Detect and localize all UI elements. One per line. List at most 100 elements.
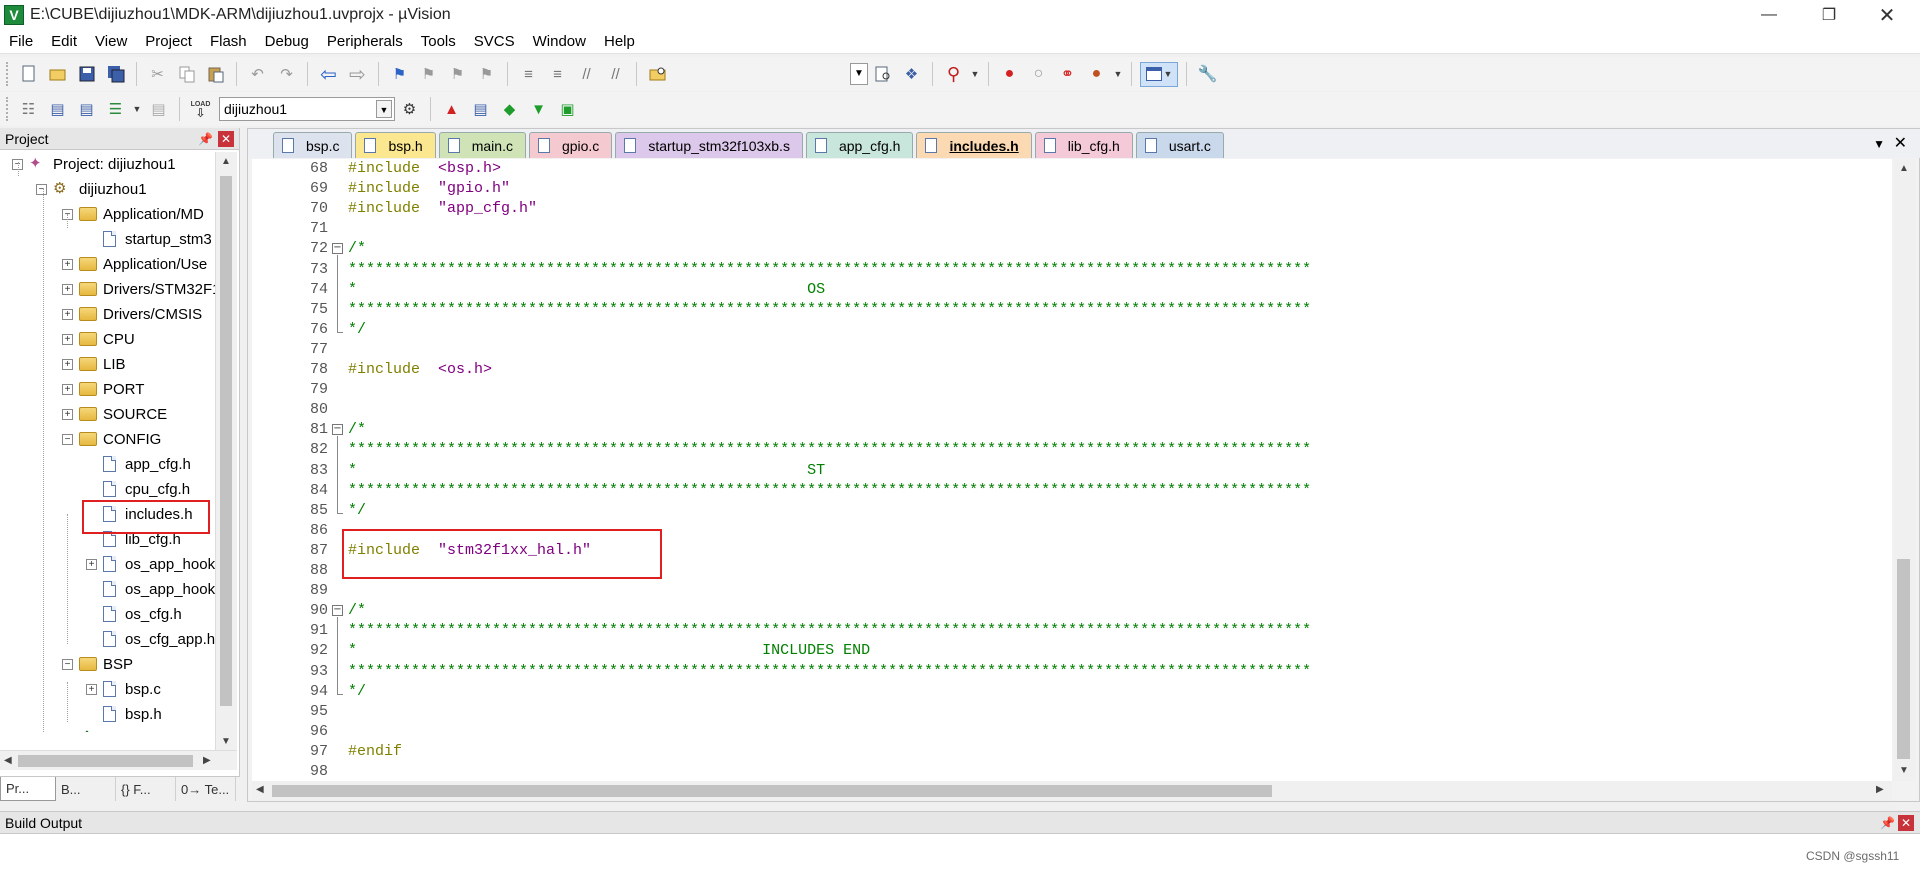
- tree-item[interactable]: + LIB: [62, 352, 126, 376]
- tree-item[interactable]: + os_app_hook: [86, 552, 215, 576]
- copy-icon[interactable]: [174, 62, 199, 87]
- navigate-forward-icon[interactable]: ⇨: [345, 62, 370, 87]
- debug-session-icon[interactable]: ⚲: [941, 62, 966, 87]
- bookmark-icon[interactable]: ⚑: [387, 62, 412, 87]
- batch-build-icon[interactable]: ☰: [103, 97, 128, 122]
- editor-tab-bsp-c[interactable]: bsp.c: [273, 132, 353, 158]
- fold-collapse-icon[interactable]: −: [332, 243, 343, 255]
- stop-build-icon[interactable]: ▤: [146, 97, 171, 122]
- fold-collapse-icon[interactable]: −: [332, 424, 343, 436]
- expand-icon[interactable]: +: [62, 383, 73, 395]
- enable-breakpoint-icon[interactable]: ○: [1026, 62, 1051, 87]
- clear-bookmarks-icon[interactable]: ⚑: [474, 62, 499, 87]
- tree-item[interactable]: + Drivers/CMSIS: [62, 302, 202, 326]
- collapse-icon[interactable]: −: [62, 433, 73, 445]
- collapse-icon[interactable]: −: [62, 658, 73, 670]
- menu-help[interactable]: Help: [595, 30, 644, 54]
- tree-item[interactable]: + bsp.c: [86, 677, 161, 701]
- menu-file[interactable]: File: [0, 30, 42, 54]
- templates-tab[interactable]: 0→ Te...: [176, 777, 236, 801]
- expand-icon[interactable]: +: [62, 283, 73, 295]
- editor-tab-main-c[interactable]: main.c: [438, 132, 526, 158]
- menu-project[interactable]: Project: [136, 30, 201, 54]
- editor-tab-includes-h[interactable]: includes.h: [916, 132, 1032, 158]
- rebuild-icon[interactable]: ▤: [74, 97, 99, 122]
- tree-item[interactable]: − BSP: [62, 652, 133, 676]
- incremental-find-icon[interactable]: ❖: [899, 62, 924, 87]
- kill-breakpoints-icon[interactable]: ●: [1084, 62, 1109, 87]
- editor-tab-startup-stm32f103xb-s[interactable]: startup_stm32f103xb.s: [615, 132, 803, 158]
- close-tab-icon[interactable]: ✕: [1894, 133, 1907, 153]
- project-tree-vertical-scrollbar[interactable]: ▲ ▼: [215, 152, 237, 752]
- manage-components-icon[interactable]: ▲: [439, 97, 464, 122]
- project-tree-horizontal-scrollbar[interactable]: ◀ ▶: [0, 750, 237, 770]
- scrollbar-thumb[interactable]: [220, 176, 232, 706]
- scrollbar-thumb[interactable]: [272, 785, 1272, 797]
- redo-icon[interactable]: ↷: [274, 62, 299, 87]
- fold-collapse-icon[interactable]: −: [332, 605, 343, 617]
- tree-item[interactable]: + SOURCE: [62, 402, 167, 426]
- find-icon[interactable]: [870, 62, 895, 87]
- menu-tools[interactable]: Tools: [412, 30, 465, 54]
- project-items-icon[interactable]: ▤: [468, 97, 493, 122]
- expand-icon[interactable]: +: [62, 408, 73, 420]
- prev-bookmark-icon[interactable]: ⚑: [416, 62, 441, 87]
- books-tab[interactable]: B...: [56, 777, 116, 801]
- tree-item[interactable]: app_cfg.h: [86, 452, 191, 476]
- window-layout-icon[interactable]: ▼: [1140, 61, 1178, 87]
- expand-icon[interactable]: +: [86, 683, 97, 695]
- find-combo[interactable]: ▼: [850, 63, 868, 85]
- tree-item[interactable]: − ✦ Project: dijiuzhou1: [12, 152, 176, 176]
- tree-item[interactable]: cpu_cfg.h: [86, 477, 190, 501]
- editor-tab-app-cfg-h[interactable]: app_cfg.h: [805, 132, 914, 158]
- tree-item[interactable]: os_cfg_app.h: [86, 627, 215, 651]
- tree-item[interactable]: + PORT: [62, 377, 144, 401]
- next-bookmark-icon[interactable]: ⚑: [445, 62, 470, 87]
- save-all-icon[interactable]: [103, 62, 128, 87]
- menu-debug[interactable]: Debug: [256, 30, 318, 54]
- debug-dropdown-icon[interactable]: ▼: [970, 62, 980, 87]
- tree-item[interactable]: os_app_hook: [86, 577, 215, 601]
- indent-icon[interactable]: ≡: [516, 62, 541, 87]
- functions-tab[interactable]: {} F...: [116, 777, 176, 801]
- pin-icon[interactable]: 📌: [198, 132, 213, 146]
- editor-horizontal-scrollbar[interactable]: ◀ ▶: [252, 781, 1892, 801]
- uncomment-icon[interactable]: //: [603, 62, 628, 87]
- pin-icon[interactable]: 📌: [1880, 816, 1895, 830]
- configure-icon[interactable]: 🔧: [1195, 62, 1220, 87]
- target-select[interactable]: dijiuzhou1 ▼: [219, 97, 395, 121]
- editor-vertical-scrollbar[interactable]: ▲ ▼: [1893, 159, 1915, 781]
- menu-window[interactable]: Window: [524, 30, 595, 54]
- tree-item[interactable]: startup_stm3: [86, 227, 212, 251]
- tree-item[interactable]: CMSIS: [62, 727, 153, 732]
- breakpoint-dropdown-icon[interactable]: ▼: [1113, 62, 1123, 87]
- expand-icon[interactable]: +: [62, 258, 73, 270]
- tab-list-dropdown-icon[interactable]: ▼: [1873, 137, 1885, 151]
- batch-build-dropdown-icon[interactable]: ▼: [132, 97, 142, 122]
- download-load-button[interactable]: LOAD ⇩: [188, 97, 213, 122]
- menu-edit[interactable]: Edit: [42, 30, 86, 54]
- tree-item[interactable]: + Drivers/STM32F1: [62, 277, 215, 301]
- run-time-environment-icon[interactable]: ▣: [555, 97, 580, 122]
- editor-tab-usart-c[interactable]: usart.c: [1135, 132, 1224, 158]
- toolbar-grip[interactable]: [6, 97, 10, 121]
- menu-svcs[interactable]: SVCS: [465, 30, 524, 54]
- editor-tab-gpio-c[interactable]: gpio.c: [528, 132, 613, 158]
- tree-item[interactable]: − Application/MD: [62, 202, 204, 226]
- new-file-icon[interactable]: [16, 62, 41, 87]
- disable-breakpoints-icon[interactable]: ⚭: [1055, 62, 1080, 87]
- insert-breakpoint-icon[interactable]: ●: [997, 62, 1022, 87]
- project-tab[interactable]: Pr...: [0, 777, 56, 801]
- tree-item[interactable]: − CONFIG: [62, 427, 161, 451]
- tree-item[interactable]: bsp.h: [86, 702, 162, 726]
- expand-icon[interactable]: +: [62, 358, 73, 370]
- close-panel-icon[interactable]: ✕: [1898, 815, 1914, 831]
- minimize-button[interactable]: —: [1740, 0, 1798, 30]
- undo-icon[interactable]: ↶: [245, 62, 270, 87]
- toolbar-grip[interactable]: [6, 62, 10, 86]
- comment-icon[interactable]: //: [574, 62, 599, 87]
- expand-icon[interactable]: +: [86, 558, 97, 570]
- expand-icon[interactable]: +: [62, 333, 73, 345]
- menu-flash[interactable]: Flash: [201, 30, 256, 54]
- cut-icon[interactable]: ✂: [145, 62, 170, 87]
